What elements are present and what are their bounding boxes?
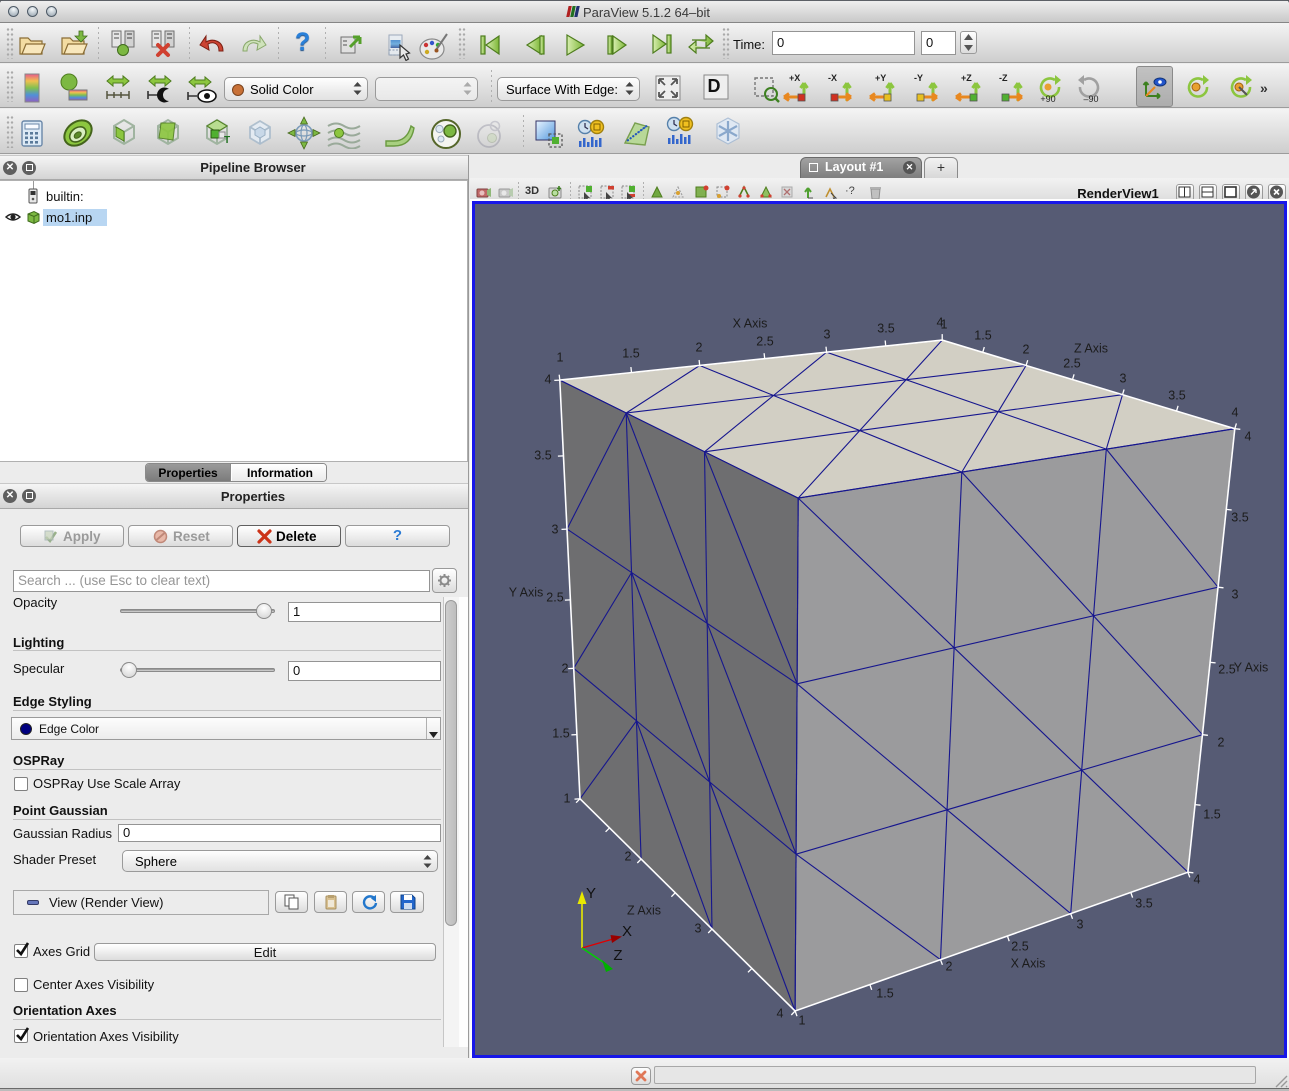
- svg-text:3: 3: [1077, 918, 1084, 932]
- svg-text:T: T: [224, 135, 230, 146]
- svg-text:4: 4: [545, 373, 552, 387]
- svg-text:1.5: 1.5: [1203, 808, 1220, 822]
- svg-text:-X: -X: [828, 73, 837, 83]
- svg-text:+X: +X: [789, 73, 800, 83]
- svg-text:1: 1: [941, 318, 948, 332]
- svg-text:2.5: 2.5: [546, 591, 563, 605]
- svg-text:Y Axis: Y Axis: [509, 586, 544, 600]
- svg-text:D: D: [708, 76, 721, 96]
- svg-text:3: 3: [695, 922, 702, 936]
- svg-text:1.5: 1.5: [622, 347, 639, 361]
- svg-text:–90: –90: [1083, 94, 1098, 103]
- svg-text:4: 4: [777, 1007, 784, 1021]
- svg-text:1: 1: [564, 792, 571, 806]
- svg-text:3: 3: [1232, 588, 1239, 602]
- svg-text:X: X: [622, 923, 632, 940]
- svg-text:1: 1: [799, 1014, 806, 1028]
- svg-text:2: 2: [1023, 343, 1030, 357]
- svg-text:3.5: 3.5: [877, 322, 894, 336]
- svg-text:3: 3: [1120, 372, 1127, 386]
- svg-text:X Axis: X Axis: [733, 317, 768, 331]
- svg-text:X Axis: X Axis: [1011, 957, 1046, 971]
- svg-text:3.5: 3.5: [534, 449, 551, 463]
- svg-text:Z Axis: Z Axis: [627, 904, 661, 918]
- svg-text:Y Axis: Y Axis: [1234, 661, 1269, 675]
- svg-text:1.5: 1.5: [876, 987, 893, 1001]
- svg-text:4: 4: [1232, 406, 1239, 420]
- svg-text:+90: +90: [1040, 94, 1055, 103]
- svg-text:2.5: 2.5: [1063, 357, 1080, 371]
- svg-text:3.5: 3.5: [1231, 511, 1248, 525]
- svg-text:+Z: +Z: [961, 73, 972, 83]
- svg-text:2: 2: [625, 850, 632, 864]
- svg-text:4: 4: [1194, 873, 1201, 887]
- svg-text:1.5: 1.5: [974, 329, 991, 343]
- svg-text:-Y: -Y: [914, 73, 923, 83]
- svg-text:2: 2: [1218, 736, 1225, 750]
- svg-text:Y: Y: [586, 885, 596, 902]
- svg-text:2: 2: [562, 662, 569, 676]
- svg-text:2.5: 2.5: [1011, 940, 1028, 954]
- svg-text:1.5: 1.5: [552, 727, 569, 741]
- svg-text:+Y: +Y: [875, 73, 886, 83]
- svg-text:Z Axis: Z Axis: [1074, 342, 1108, 356]
- svg-text:Z: Z: [613, 947, 622, 964]
- svg-text:3: 3: [824, 328, 831, 342]
- svg-text:2: 2: [946, 960, 953, 974]
- svg-text:-Z: -Z: [999, 73, 1008, 83]
- svg-text:3: 3: [552, 523, 559, 537]
- svg-text:2.5: 2.5: [756, 335, 773, 349]
- svg-text:4: 4: [1245, 430, 1252, 444]
- svg-text:2: 2: [696, 341, 703, 355]
- svg-text:3.5: 3.5: [1135, 897, 1152, 911]
- svg-text:1: 1: [557, 351, 564, 365]
- svg-text:3.5: 3.5: [1168, 389, 1185, 403]
